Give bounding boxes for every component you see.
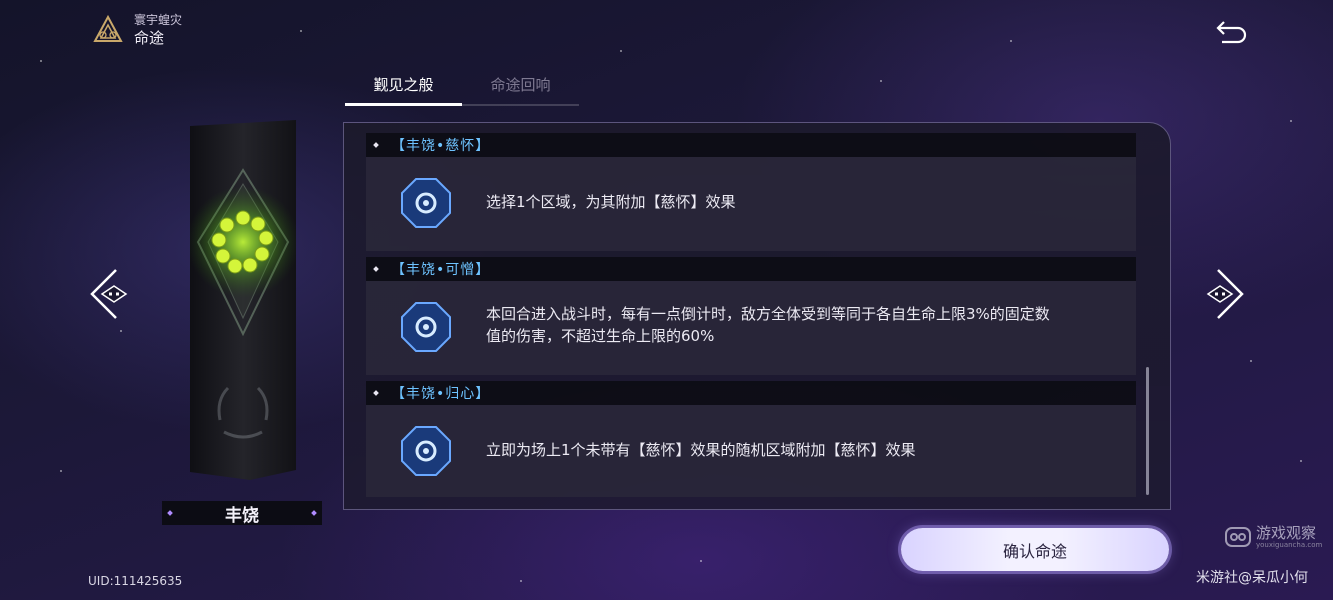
diamond-ornament-icon: [311, 510, 317, 516]
bloom-octagon-icon: [401, 178, 451, 228]
bloom-octagon-icon: [401, 426, 451, 476]
bullet-icon: [373, 266, 379, 272]
entry-description: 本回合进入战斗时，每有一点倒计时，敌方全体受到等同于各自生命上限3%的固定数 值…: [486, 303, 1050, 347]
entry-title: 【丰饶•归心】: [391, 386, 491, 402]
entry-description-line: 本回合进入战斗时，每有一点倒计时，敌方全体受到等同于各自生命上限3%的固定数: [486, 305, 1050, 323]
mode-subtitle: 寰宇蝗灾: [134, 13, 183, 27]
bullet-icon: [373, 390, 379, 396]
tab-path-resonance[interactable]: 命途回响: [462, 70, 579, 104]
site-watermark-title: 游戏观察: [1256, 524, 1317, 542]
list-item: 【丰饶•归心】 立即为场上1个未带有【慈怀】效果的随机区域附加【慈怀】效果: [366, 381, 1136, 497]
entry-description: 立即为场上1个未带有【慈怀】效果的随机区域附加【慈怀】效果: [486, 441, 916, 459]
site-watermark: 游戏观察 youxiguancha.com: [1224, 523, 1322, 551]
next-arrow-icon[interactable]: [1192, 266, 1248, 322]
entry-body: 选择1个区域，为其附加【慈怀】效果: [366, 157, 1136, 251]
list-item: 【丰饶•慈怀】 选择1个区域，为其附加【慈怀】效果: [366, 133, 1136, 251]
site-watermark-url: youxiguancha.com: [1256, 541, 1323, 549]
entry-body: 立即为场上1个未带有【慈怀】效果的随机区域附加【慈怀】效果: [366, 405, 1136, 497]
page-header: 寰宇蝗灾 命途: [92, 12, 182, 48]
confirm-path-button[interactable]: 确认命途: [901, 528, 1169, 571]
gamepad-logo-icon: [1225, 527, 1251, 547]
entry-title: 【丰饶•可憎】: [391, 262, 491, 278]
previous-arrow-icon[interactable]: [86, 266, 142, 322]
entry-header: 【丰饶•慈怀】: [366, 133, 1136, 157]
tab-audience[interactable]: 觐见之般: [345, 70, 462, 106]
path-name-label: 丰饶: [162, 501, 322, 526]
entry-description-line: 值的伤害，不超过生命上限的60%: [486, 327, 715, 345]
path-pillar: [190, 120, 296, 480]
diamond-ornament-icon: [167, 510, 173, 516]
entry-header: 【丰饶•归心】: [366, 381, 1136, 405]
entry-header: 【丰饶•可憎】: [366, 257, 1136, 281]
author-watermark: 米游社@呆瓜小何: [1196, 570, 1308, 586]
path-name-text: 丰饶: [225, 505, 259, 526]
bullet-icon: [373, 142, 379, 148]
entry-title: 【丰饶•慈怀】: [391, 138, 491, 154]
bloom-octagon-icon: [401, 302, 451, 352]
tab-bar: 觐见之般 命途回响: [345, 70, 579, 106]
blessing-list-panel: 【丰饶•慈怀】 选择1个区域，为其附加【慈怀】效果 【丰饶•可憎】 本回合进入战…: [343, 122, 1171, 510]
path-emblem-icon: [93, 14, 123, 42]
entry-body: 本回合进入战斗时，每有一点倒计时，敌方全体受到等同于各自生命上限3%的固定数 值…: [366, 281, 1136, 375]
entry-description: 选择1个区域，为其附加【慈怀】效果: [486, 193, 736, 211]
page-title: 命途: [134, 29, 165, 47]
player-uid: UID:111425635: [88, 574, 183, 588]
list-item: 【丰饶•可憎】 本回合进入战斗时，每有一点倒计时，敌方全体受到等同于各自生命上限…: [366, 257, 1136, 375]
scrollbar[interactable]: [1146, 367, 1149, 495]
back-arrow-icon[interactable]: [1214, 16, 1250, 46]
